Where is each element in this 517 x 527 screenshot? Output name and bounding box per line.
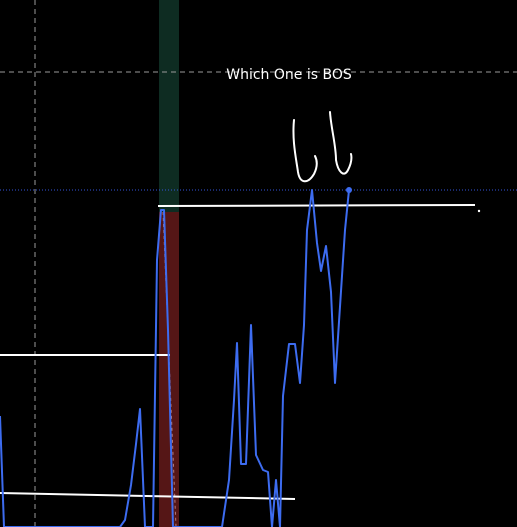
price-chart: Which One is BOS [0, 0, 517, 527]
level-line-3 [157, 204, 476, 207]
level-end-dot [477, 209, 481, 213]
annotation-label: Which One is BOS [226, 67, 352, 83]
position-zones [159, 0, 179, 527]
last-price-marker [346, 187, 352, 193]
green-zone [159, 0, 179, 212]
